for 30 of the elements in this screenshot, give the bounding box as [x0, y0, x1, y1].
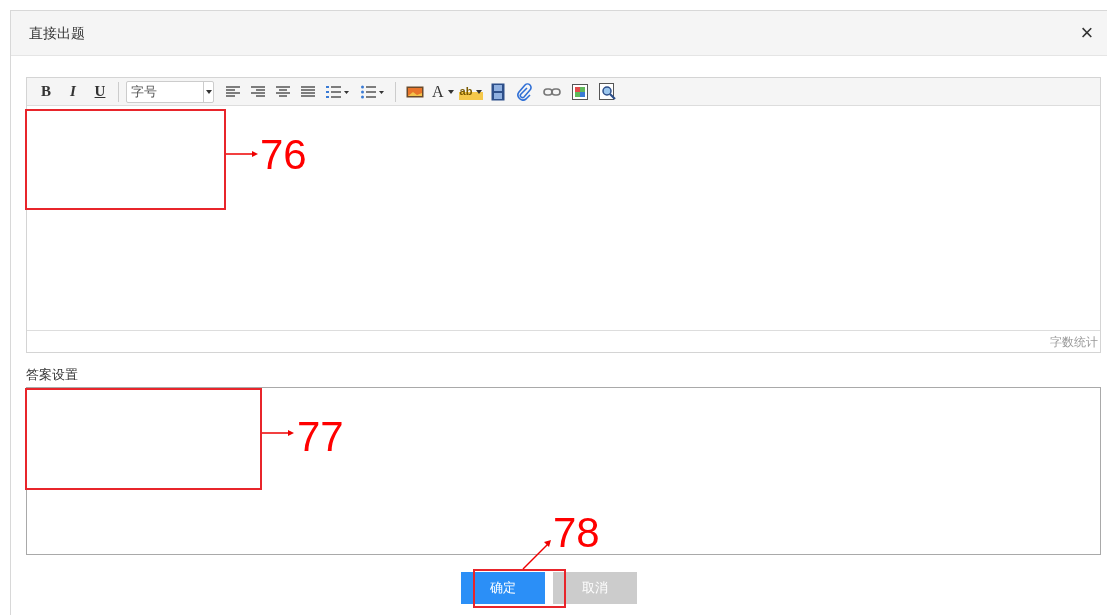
font-color-button[interactable]: A [432, 79, 454, 104]
caret-icon[interactable] [205, 89, 212, 94]
align-left-icon[interactable] [226, 85, 240, 98]
annotation-arrow [522, 539, 552, 570]
answer-box[interactable] [26, 387, 1101, 555]
section-label: 答案设置 [26, 366, 79, 384]
bold-button[interactable]: B [35, 80, 57, 103]
caret-icon[interactable] [476, 89, 483, 94]
dialog-title: 直接出题 [29, 23, 85, 43]
chart-image-icon[interactable] [572, 83, 589, 100]
link-icon[interactable] [543, 86, 562, 97]
bullet-list-icon[interactable] [361, 84, 385, 99]
paperclip-icon[interactable] [516, 82, 533, 101]
close-button[interactable]: × [1077, 22, 1097, 44]
annotation-arrow [262, 427, 296, 439]
annotation-number: 78 [553, 512, 600, 554]
font-size-select[interactable]: 字号 [126, 80, 214, 103]
film-icon[interactable] [491, 82, 506, 101]
italic-button[interactable]: I [62, 80, 84, 103]
align-right-icon[interactable] [251, 85, 265, 98]
annotation-number: 77 [297, 416, 344, 458]
search-icon[interactable] [599, 82, 618, 101]
annotation-arrow [226, 148, 260, 160]
numbered-list-icon[interactable] [326, 84, 350, 99]
underline-button[interactable]: U [89, 80, 111, 103]
align-justify-icon[interactable] [301, 85, 315, 98]
align-center-icon[interactable] [276, 85, 290, 98]
caret-icon[interactable] [447, 89, 454, 94]
annotation-number: 76 [260, 134, 307, 176]
image-icon[interactable] [406, 84, 424, 99]
